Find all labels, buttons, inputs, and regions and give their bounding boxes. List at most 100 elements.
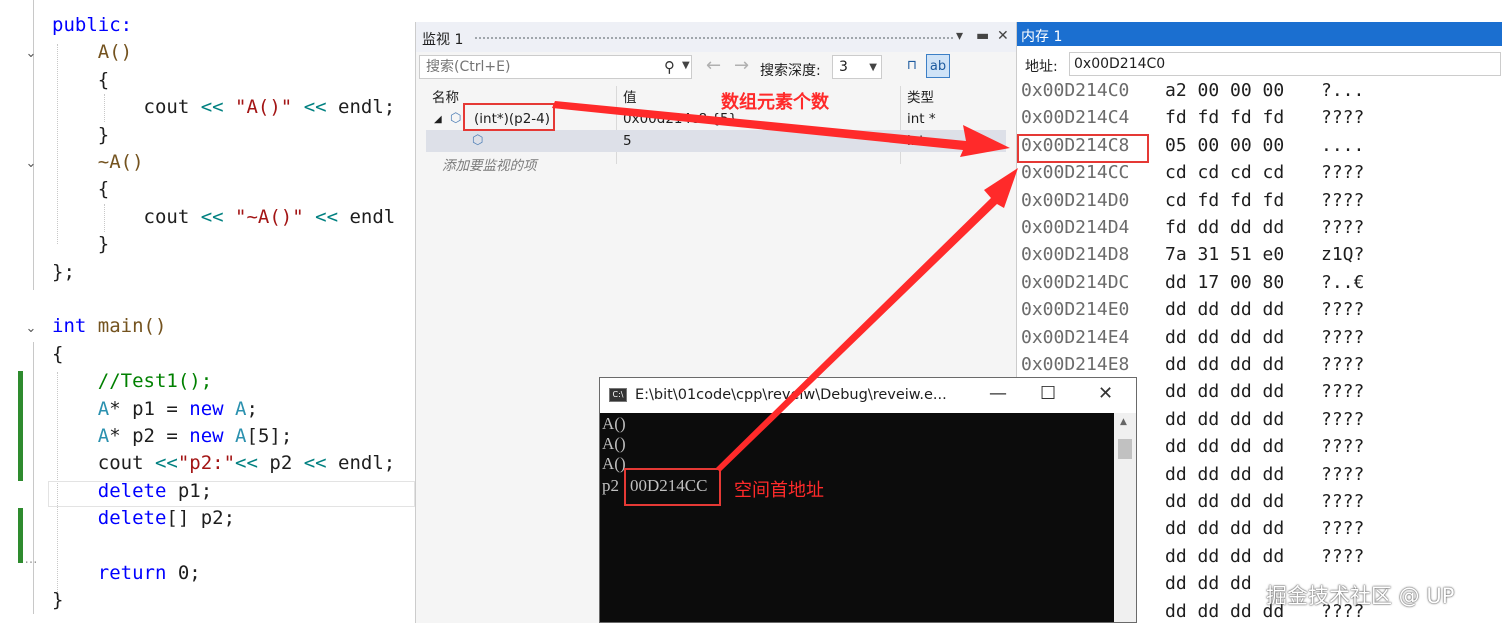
code-line[interactable]: //Test1(); <box>52 368 212 395</box>
memory-row[interactable]: 0x00D214E4 dd dd dd dd???? <box>1017 327 1502 354</box>
window-menu-icon[interactable]: ▾ <box>956 28 963 44</box>
code-line[interactable]: } <box>52 122 109 149</box>
code-token: "p2:" <box>177 452 236 475</box>
code-token: p2 <box>257 452 304 475</box>
memory-ascii: ???? <box>1321 436 1365 458</box>
code-line[interactable]: cout << "~A()" << endl <box>52 204 396 231</box>
code-token: "A()" <box>223 96 304 119</box>
memory-row[interactable]: 0x00D214C0 a2 00 00 00?... <box>1017 80 1502 107</box>
back-arrow-icon[interactable]: ← <box>706 55 721 76</box>
code-line[interactable]: }; <box>52 259 75 286</box>
pin-watch-icon[interactable]: ⊓ <box>900 54 924 78</box>
code-token: int <box>52 315 87 338</box>
code-token: A <box>223 397 247 420</box>
memory-bytes: dd dd dd dd <box>1165 326 1285 348</box>
memory-bytes: dd dd dd dd <box>1165 354 1285 375</box>
fold-toggle-icon[interactable]: ⌄ <box>24 157 38 171</box>
console-window[interactable]: C:\ E:\bit\01code\cpp\reveiw\Debug\revei… <box>599 377 1137 623</box>
close-icon[interactable]: ✕ <box>997 28 1009 44</box>
memory-bytes: dd 17 00 80 <box>1165 271 1285 293</box>
watch-row[interactable]: ⬡ 5 int <box>426 130 1006 152</box>
code-token: [] p2; <box>166 507 236 530</box>
console-scrollbar[interactable]: ▲ <box>1114 413 1136 622</box>
maximize-icon[interactable]: ☐ <box>1040 383 1056 404</box>
chevron-down-icon[interactable]: ▼ <box>682 60 690 71</box>
code-line[interactable]: int main() <box>52 313 166 340</box>
minimize-icon[interactable]: — <box>989 383 1007 404</box>
memory-ascii: ???? <box>1321 299 1365 321</box>
memory-row[interactable]: 0x00D214D8 7a 31 51 e0 z1Q? <box>1017 244 1502 271</box>
code-line[interactable]: } <box>52 231 109 258</box>
memory-bytes: 05 00 00 00 <box>1165 134 1285 156</box>
address-input[interactable] <box>1069 52 1501 76</box>
hex-display-icon[interactable]: ab <box>926 54 950 78</box>
code-token: 0; <box>166 562 201 584</box>
memory-row[interactable]: 0x00D214DC dd 17 00 80 ?..€ <box>1017 272 1502 299</box>
scroll-thumb[interactable] <box>1118 439 1132 459</box>
watch-row-type: int <box>907 133 925 149</box>
code-line[interactable]: cout <<"p2:"<< p2 << endl; <box>52 450 395 477</box>
memory-bytes: dd dd dd dd <box>1165 436 1285 458</box>
search-box[interactable]: ⚲ ▼ <box>419 55 692 79</box>
code-token: << <box>200 96 224 119</box>
code-token: return <box>52 562 167 584</box>
watch-row-value[interactable]: 5 <box>623 133 632 149</box>
column-header-name[interactable]: 名称 <box>432 86 459 106</box>
code-line[interactable]: { <box>52 341 63 368</box>
memory-bytes: dd dd dd dd <box>1165 491 1285 512</box>
code-token: * p1 = <box>109 397 190 420</box>
drag-grip[interactable] <box>474 36 954 41</box>
memory-ascii: ???? <box>1321 189 1365 211</box>
code-token: } <box>52 589 64 612</box>
code-token: { <box>52 342 64 365</box>
code-line[interactable]: ~A() <box>52 149 144 176</box>
close-icon[interactable]: ✕ <box>1098 383 1113 404</box>
code-token: }; <box>52 260 75 283</box>
address-bar: 地址: <box>1017 50 1502 78</box>
memory-bytes: dd dd dd dd <box>1165 381 1285 403</box>
console-title-bar[interactable]: C:\ E:\bit\01code\cpp\reveiw\Debug\revei… <box>600 378 1136 413</box>
fold-ellipsis-icon: … <box>24 552 38 567</box>
code-token: << <box>303 452 327 475</box>
column-header-value[interactable]: 值 <box>623 86 637 106</box>
search-icon[interactable]: ⚲ <box>664 58 675 76</box>
expand-triangle-icon[interactable]: ◢ <box>434 114 442 125</box>
console-app-icon: C:\ <box>609 388 627 402</box>
memory-address: 0x00D214E0 <box>1021 299 1130 321</box>
scroll-up-icon[interactable]: ▲ <box>1120 417 1127 427</box>
memory-row[interactable]: 0x00D214E0 dd dd dd dd???? <box>1017 299 1502 326</box>
memory-address: 0x00D214E4 <box>1021 326 1130 348</box>
code-token: { <box>52 178 110 201</box>
code-line[interactable]: { <box>52 176 109 203</box>
memory-ascii: ???? <box>1321 217 1365 238</box>
memory-row[interactable]: 0x00D214D0 cd fd fd fd???? <box>1017 190 1502 217</box>
code-token: "~A()" <box>223 205 316 228</box>
code-token: << <box>154 452 178 475</box>
memory-row[interactable]: 0x00D214D4 fd dd dd dd???? <box>1017 217 1502 244</box>
forward-arrow-icon[interactable]: → <box>734 55 749 76</box>
search-input[interactable] <box>424 58 658 76</box>
code-line[interactable]: A() <box>52 39 132 66</box>
code-editor[interactable]: ⌄ ⌄ ⌄ … public: A() { cout << "A()" << e… <box>0 0 415 623</box>
search-depth-select[interactable]: 3 ▼ <box>832 55 882 79</box>
memory-row[interactable]: 0x00D214CC cd cd cd cd???? <box>1017 162 1502 189</box>
memory-ascii: ???? <box>1321 491 1365 512</box>
code-line[interactable]: { <box>52 67 109 94</box>
pin-icon[interactable]: ▬ <box>976 28 989 44</box>
memory-row[interactable]: 0x00D214C4 fd fd fd fd???? <box>1017 107 1502 134</box>
code-line[interactable]: cout << "A()" << endl; <box>52 94 396 121</box>
fold-toggle-icon[interactable]: ⌄ <box>24 47 38 61</box>
add-watch-placeholder[interactable]: 添加要监视的项 <box>442 154 537 174</box>
column-header-type[interactable]: 类型 <box>907 86 934 106</box>
memory-address: 0x00D214CC <box>1021 162 1130 184</box>
search-depth-value: 3 <box>839 59 848 75</box>
code-line[interactable]: return 0; <box>52 560 201 587</box>
code-token: cout <box>52 205 201 228</box>
code-line[interactable]: public: <box>52 12 132 39</box>
code-line[interactable]: A* p2 = new A[5]; <box>52 423 293 450</box>
code-line[interactable]: delete[] p2; <box>52 505 235 532</box>
code-line[interactable]: delete p1; <box>52 478 212 505</box>
code-line[interactable]: A* p1 = new A; <box>52 396 258 423</box>
code-line[interactable]: } <box>52 587 63 614</box>
fold-toggle-icon[interactable]: ⌄ <box>24 322 38 336</box>
